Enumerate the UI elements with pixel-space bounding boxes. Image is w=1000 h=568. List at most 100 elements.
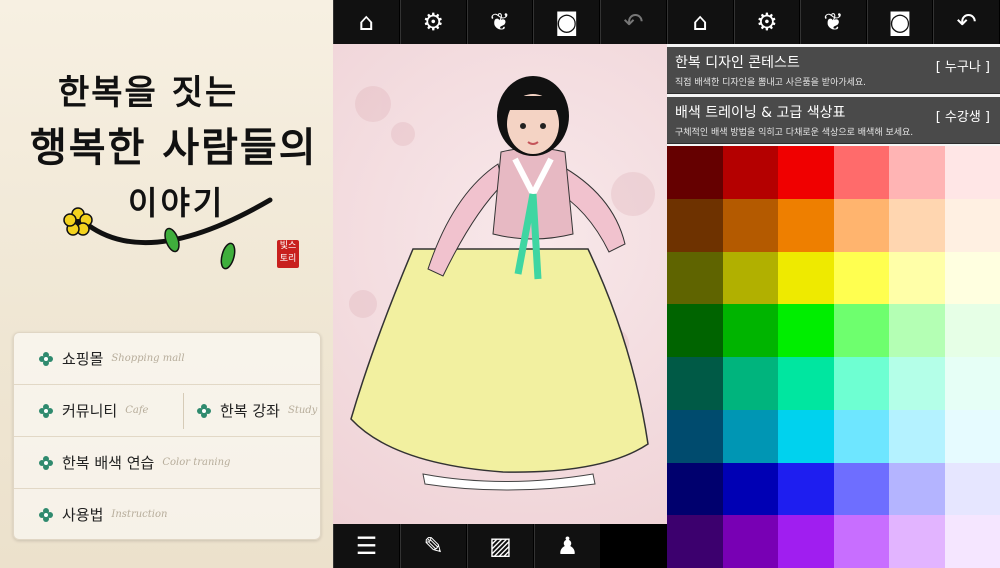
- color-swatch[interactable]: [667, 409, 723, 463]
- color-swatch[interactable]: [889, 304, 945, 358]
- menu-item-community[interactable]: 커뮤니티 Cafe: [38, 385, 148, 436]
- color-swatch[interactable]: [889, 357, 945, 410]
- color-swatch[interactable]: [722, 462, 779, 516]
- color-palette-grid: [667, 146, 1000, 568]
- color-swatch[interactable]: [833, 146, 890, 199]
- color-swatch[interactable]: [667, 462, 723, 516]
- color-swatch[interactable]: [667, 146, 723, 199]
- menu-item-hanbok-study[interactable]: 한복 강좌 Study: [196, 385, 317, 436]
- color-swatch[interactable]: [889, 515, 945, 568]
- color-swatch[interactable]: [722, 251, 779, 305]
- settings-button[interactable]: ⚙: [733, 0, 801, 44]
- color-swatch[interactable]: [944, 409, 1000, 463]
- red-seal-stamp: 빛스토리: [277, 240, 299, 268]
- banner-subtitle: 직접 배색한 디자인을 뽐내고 사은품을 받아가세요.: [675, 78, 867, 88]
- undo-button[interactable]: ↶: [933, 0, 1000, 44]
- settings-button[interactable]: ⚙: [399, 0, 467, 44]
- color-swatch[interactable]: [833, 462, 890, 516]
- drawing-canvas[interactable]: [333, 44, 667, 524]
- flower-icon: [39, 351, 53, 366]
- menu-item-color-training[interactable]: 한복 배색 연습 Color traning: [38, 437, 230, 488]
- banner-tag: [ 수강생 ]: [935, 110, 990, 125]
- home-panel: 한복을 짓는 행복한 사람들의 이야기 빛스토리 쇼핑몰 Shopping ma…: [0, 0, 333, 568]
- color-swatch[interactable]: [889, 462, 945, 516]
- color-swatch[interactable]: [722, 198, 779, 252]
- menu-label: 사용법: [62, 506, 104, 524]
- menu-label: 한복 배색 연습: [62, 454, 155, 472]
- portrait-button[interactable]: ♟: [534, 524, 601, 568]
- flower-icon: [197, 403, 211, 418]
- camera-button[interactable]: ◙: [533, 0, 601, 44]
- banner-title: 배색 트레이닝 & 고급 색상표: [675, 105, 846, 121]
- color-swatch[interactable]: [944, 357, 1000, 410]
- banner-subtitle: 구체적인 배색 방법을 익히고 다채로운 색상으로 배색해 보세요.: [675, 128, 914, 138]
- color-swatch[interactable]: [722, 146, 779, 199]
- color-swatch[interactable]: [722, 357, 779, 410]
- color-swatch[interactable]: [722, 409, 779, 463]
- color-swatch[interactable]: [778, 515, 834, 568]
- color-swatch[interactable]: [667, 304, 723, 358]
- pencil-icon: ✎: [423, 532, 444, 560]
- butterfly-button[interactable]: ❦: [800, 0, 867, 44]
- menu-item-instruction[interactable]: 사용법 Instruction: [38, 489, 167, 540]
- butterfly-icon: ❦: [823, 8, 844, 36]
- home-icon: ⌂: [358, 8, 375, 36]
- color-swatch[interactable]: [833, 409, 890, 463]
- contest-banner[interactable]: 한복 디자인 콘테스트 직접 배색한 디자인을 뽐내고 사은품을 받아가세요. …: [667, 47, 1000, 94]
- color-swatch[interactable]: [778, 409, 834, 463]
- color-swatch[interactable]: [778, 462, 834, 516]
- color-swatch[interactable]: [778, 304, 834, 358]
- color-swatch[interactable]: [778, 198, 834, 252]
- menu-row-shopping: 쇼핑몰 Shopping mall: [14, 333, 320, 385]
- image-button[interactable]: ▨: [467, 524, 534, 568]
- menu-sublabel: Cafe: [125, 405, 149, 416]
- color-swatch[interactable]: [833, 304, 890, 358]
- color-swatch[interactable]: [833, 198, 890, 252]
- camera-icon: ◙: [555, 8, 579, 36]
- top-toolbar: ⌂ ⚙ ❦ ◙ ↶: [667, 0, 1000, 44]
- undo-icon: ↶: [956, 8, 977, 36]
- menu-label: 한복 강좌: [220, 402, 280, 420]
- color-swatch[interactable]: [944, 146, 1000, 199]
- color-swatch[interactable]: [944, 251, 1000, 305]
- menu-row-color: 한복 배색 연습 Color traning: [14, 437, 320, 489]
- home-icon: ⌂: [692, 8, 708, 36]
- color-swatch[interactable]: [889, 146, 945, 199]
- color-swatch[interactable]: [833, 515, 890, 568]
- color-swatch[interactable]: [833, 251, 890, 305]
- color-swatch[interactable]: [833, 357, 890, 410]
- color-swatch[interactable]: [722, 515, 779, 568]
- color-swatch[interactable]: [778, 251, 834, 305]
- color-swatch[interactable]: [944, 304, 1000, 358]
- home-button[interactable]: ⌂: [333, 0, 400, 44]
- color-swatch[interactable]: [944, 198, 1000, 252]
- menu-divider: [183, 393, 184, 429]
- menu-sublabel: Instruction: [111, 509, 168, 520]
- menu-sublabel: Color traning: [162, 457, 231, 468]
- color-swatch[interactable]: [667, 357, 723, 410]
- home-button[interactable]: ⌂: [667, 0, 734, 44]
- sliders-icon: ☰: [355, 532, 378, 560]
- flower-icon: [39, 455, 53, 470]
- camera-button[interactable]: ◙: [866, 0, 934, 44]
- butterfly-button[interactable]: ❦: [466, 0, 534, 44]
- undo-button[interactable]: ↶: [600, 0, 667, 44]
- undo-icon: ↶: [623, 8, 644, 36]
- color-swatch[interactable]: [889, 409, 945, 463]
- training-banner[interactable]: 배색 트레이닝 & 고급 색상표 구체적인 배색 방법을 익히고 다채로운 색상…: [667, 97, 1000, 144]
- color-swatch[interactable]: [667, 198, 723, 252]
- pencil-button[interactable]: ✎: [400, 524, 467, 568]
- color-swatch[interactable]: [778, 146, 834, 199]
- color-swatch[interactable]: [889, 251, 945, 305]
- color-swatch[interactable]: [667, 515, 723, 568]
- color-swatch[interactable]: [944, 462, 1000, 516]
- seal-text: 빛스토리: [279, 241, 297, 264]
- color-swatch[interactable]: [778, 357, 834, 410]
- color-swatch[interactable]: [889, 198, 945, 252]
- color-swatch[interactable]: [722, 304, 779, 358]
- flower-icon: [39, 403, 53, 418]
- adjust-button[interactable]: ☰: [333, 524, 400, 568]
- color-swatch[interactable]: [944, 515, 1000, 568]
- menu-item-shopping-mall[interactable]: 쇼핑몰 Shopping mall: [38, 333, 185, 384]
- color-swatch[interactable]: [667, 251, 723, 305]
